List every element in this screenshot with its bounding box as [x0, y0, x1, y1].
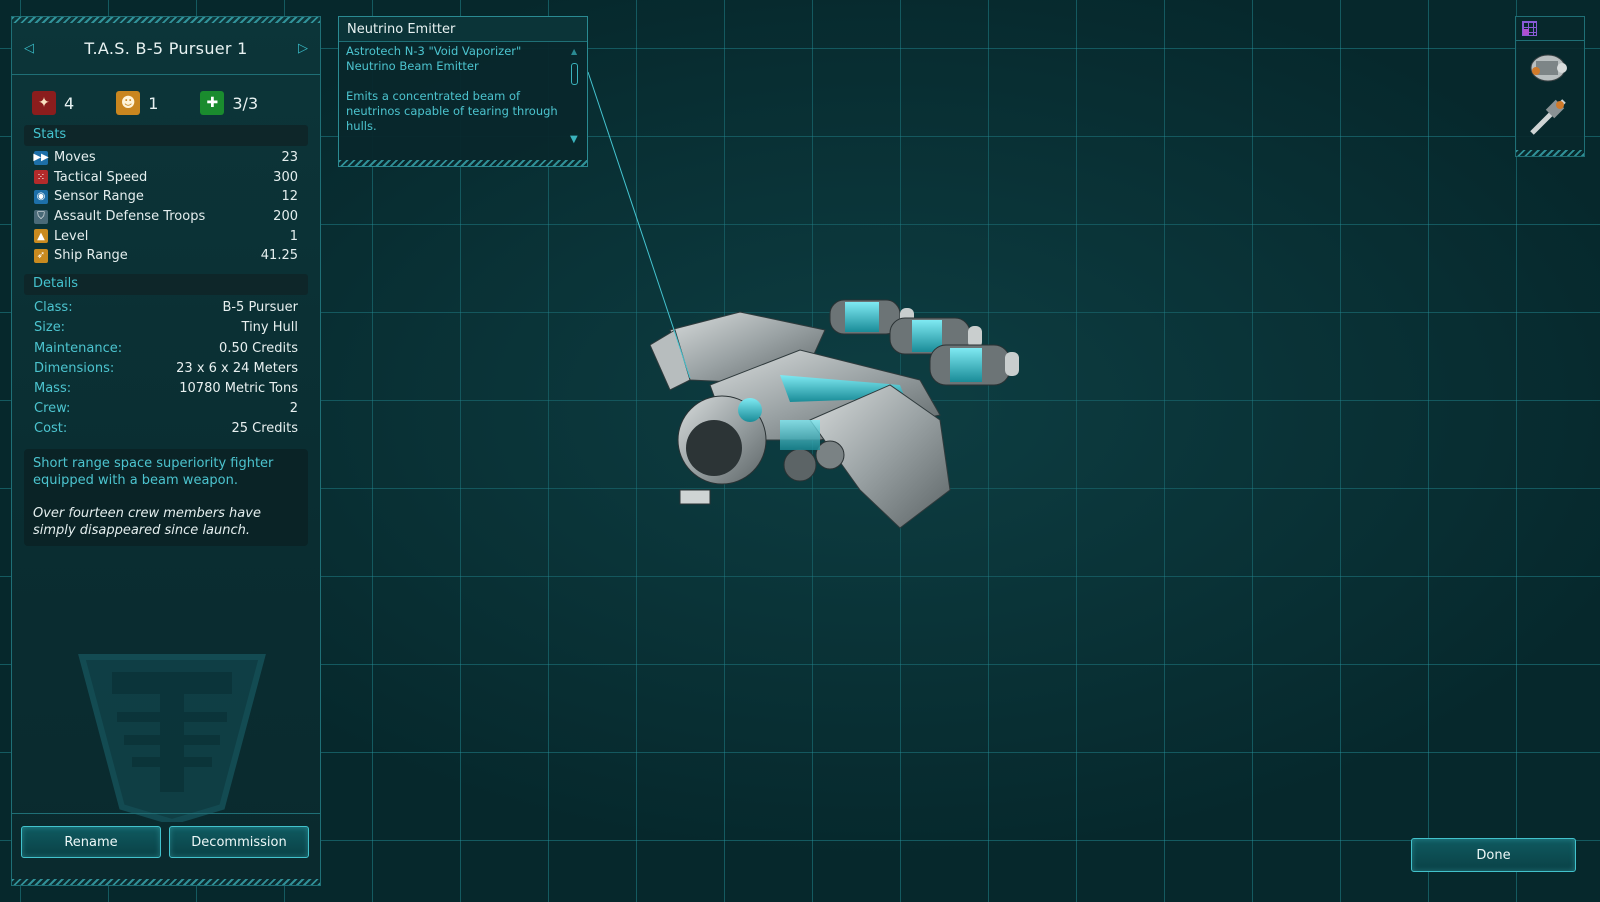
description-text: Short range space superiority fighter eq…: [33, 455, 274, 488]
details-list: Class: B-5 Pursuer Size: Tiny Hull Maintenan…: [12, 298, 320, 439]
tooltip-module-name: Astrotech N-3 "Void Vaporizer": [346, 44, 522, 58]
stat-left: ➶ Ship Range: [34, 248, 128, 263]
stats-header: Stats: [24, 125, 308, 146]
neutrino-emitter-module-icon[interactable]: [1526, 95, 1572, 137]
ship-counters: ✦ 4 ☻ 1 ✚ 3/3: [12, 75, 320, 125]
stat-value: 41.25: [260, 248, 298, 264]
module-bar-header: [1516, 17, 1584, 41]
detail-row: Maintenance: 0.50 Credits: [34, 338, 298, 358]
detail-value: 0.50 Credits: [219, 340, 298, 356]
detail-row: Mass: 10780 Metric Tons: [34, 378, 298, 398]
detail-row: Size: Tiny Hull: [34, 318, 298, 338]
detail-value: 10780 Metric Tons: [179, 380, 298, 396]
level-icon: ▲: [34, 229, 48, 244]
detail-label: Size:: [34, 320, 66, 336]
module-bar: [1515, 16, 1585, 157]
detail-row: Dimensions: 23 x 6 x 24 Meters: [34, 358, 298, 378]
stat-label: Sensor Range: [54, 189, 144, 205]
stat-left: ▲ Level: [34, 229, 88, 244]
detail-row: Class: B-5 Pursuer: [34, 298, 298, 318]
tooltip-body: Astrotech N-3 "Void Vaporizer" Neutrino …: [339, 42, 587, 134]
faction-emblem-icon: [78, 654, 266, 822]
rename-button[interactable]: Rename: [21, 826, 161, 858]
health-counter: ✚ 3/3: [200, 91, 258, 115]
sensor-icon: ◉: [34, 189, 48, 204]
module-bar-hatch: [1516, 150, 1584, 156]
tooltip-scrollbar[interactable]: ▲ ▼: [570, 47, 579, 145]
health-plus-icon: ✚: [200, 91, 225, 115]
panel-action-bar: Rename Decommission: [12, 813, 320, 885]
detail-label: Class:: [34, 300, 73, 316]
stat-value: 1: [289, 228, 298, 244]
stat-value: 200: [273, 209, 298, 225]
ship-header: ◁ T.A.S. B-5 Pursuer 1 ▷: [12, 23, 320, 75]
health-value: 3/3: [232, 93, 259, 113]
detail-row: Crew: 2: [34, 399, 298, 419]
engine-module-icon[interactable]: [1526, 47, 1572, 89]
detail-value: 2: [289, 401, 298, 417]
tactical-speed-icon: ⁙: [34, 170, 48, 185]
detail-label: Crew:: [34, 401, 71, 417]
military-icon: ✦: [32, 91, 56, 115]
detail-row: Cost: 25 Credits: [34, 419, 298, 439]
stat-row: ➶ Ship Range 41.25: [34, 246, 298, 266]
detail-label: Maintenance:: [34, 340, 123, 356]
stat-row: ⛉ Assault Defense Troops 200: [34, 207, 298, 227]
tooltip-title: Neutrino Emitter: [339, 17, 587, 42]
stat-left: ⁙ Tactical Speed: [34, 170, 147, 185]
stat-label: Ship Range: [54, 248, 128, 264]
stat-value: 23: [281, 150, 298, 166]
detail-value: 25 Credits: [231, 421, 298, 437]
stat-value: 300: [273, 169, 298, 185]
shield-icon: ⛉: [34, 209, 48, 224]
next-ship-button[interactable]: ▷: [296, 41, 310, 57]
detail-label: Dimensions:: [34, 360, 115, 376]
panel-bottom-hatch: [12, 879, 320, 885]
stat-label: Moves: [54, 150, 96, 166]
moves-icon: ▶▶: [33, 150, 49, 165]
detail-value: B-5 Pursuer: [222, 300, 298, 316]
scroll-thumb[interactable]: [571, 63, 578, 85]
detail-label: Cost:: [34, 421, 68, 437]
crew-value: 1: [148, 93, 159, 113]
stats-list: ▶▶ Moves 23 ⁙ Tactical Speed 300 ◉ Sensor Range…: [12, 148, 320, 266]
done-button[interactable]: Done: [1411, 838, 1576, 872]
military-counter: ✦ 4: [32, 91, 74, 115]
stat-row: ◉ Sensor Range 12: [34, 187, 298, 207]
detail-value: Tiny Hull: [241, 320, 298, 336]
range-icon: ➶: [34, 248, 48, 263]
ship-description: Short range space superiority fighter eq…: [24, 448, 308, 546]
tooltip-module-type: Neutrino Beam Emitter: [346, 59, 479, 73]
detail-value: 23 x 6 x 24 Meters: [176, 360, 298, 376]
ship-name: T.A.S. B-5 Pursuer 1: [84, 39, 248, 58]
scroll-up-icon[interactable]: ▲: [571, 47, 577, 56]
military-value: 4: [64, 93, 75, 113]
stat-left: ▶▶ Moves: [33, 150, 96, 166]
scroll-down-icon[interactable]: ▼: [570, 134, 578, 145]
stat-value: 12: [281, 189, 298, 205]
details-header: Details: [24, 273, 308, 295]
stat-row: ⁙ Tactical Speed 300: [34, 168, 298, 188]
stat-label: Assault Defense Troops: [54, 209, 206, 225]
decommission-button[interactable]: Decommission: [169, 826, 309, 858]
detail-label: Mass:: [34, 380, 72, 396]
previous-ship-button[interactable]: ◁: [22, 41, 36, 57]
stat-label: Level: [54, 228, 89, 244]
panel-top-hatch: [12, 17, 320, 23]
ship-model[interactable]: [650, 290, 1040, 550]
tooltip-bottom-hatch: [339, 160, 587, 166]
crew-counter: ☻ 1: [116, 91, 158, 115]
ship-info-panel: ◁ T.A.S. B-5 Pursuer 1 ▷ ✦ 4 ☻ 1 ✚ 3/3 S…: [11, 16, 321, 886]
crew-icon: ☻: [116, 91, 141, 115]
description-flavor-text: Over fourteen crew members have simply d…: [33, 505, 261, 538]
module-grid-icon[interactable]: [1522, 21, 1537, 36]
stat-label: Tactical Speed: [54, 169, 148, 185]
module-tooltip: Neutrino Emitter Astrotech N-3 "Void Vap…: [338, 16, 588, 167]
stat-left: ⛉ Assault Defense Troops: [34, 209, 205, 224]
stat-left: ◉ Sensor Range: [34, 189, 144, 204]
stat-row: ▲ Level 1: [34, 226, 298, 246]
stat-row: ▶▶ Moves 23: [33, 148, 298, 168]
tooltip-description: Emits a concentrated beam of neutrinos c…: [346, 89, 558, 133]
